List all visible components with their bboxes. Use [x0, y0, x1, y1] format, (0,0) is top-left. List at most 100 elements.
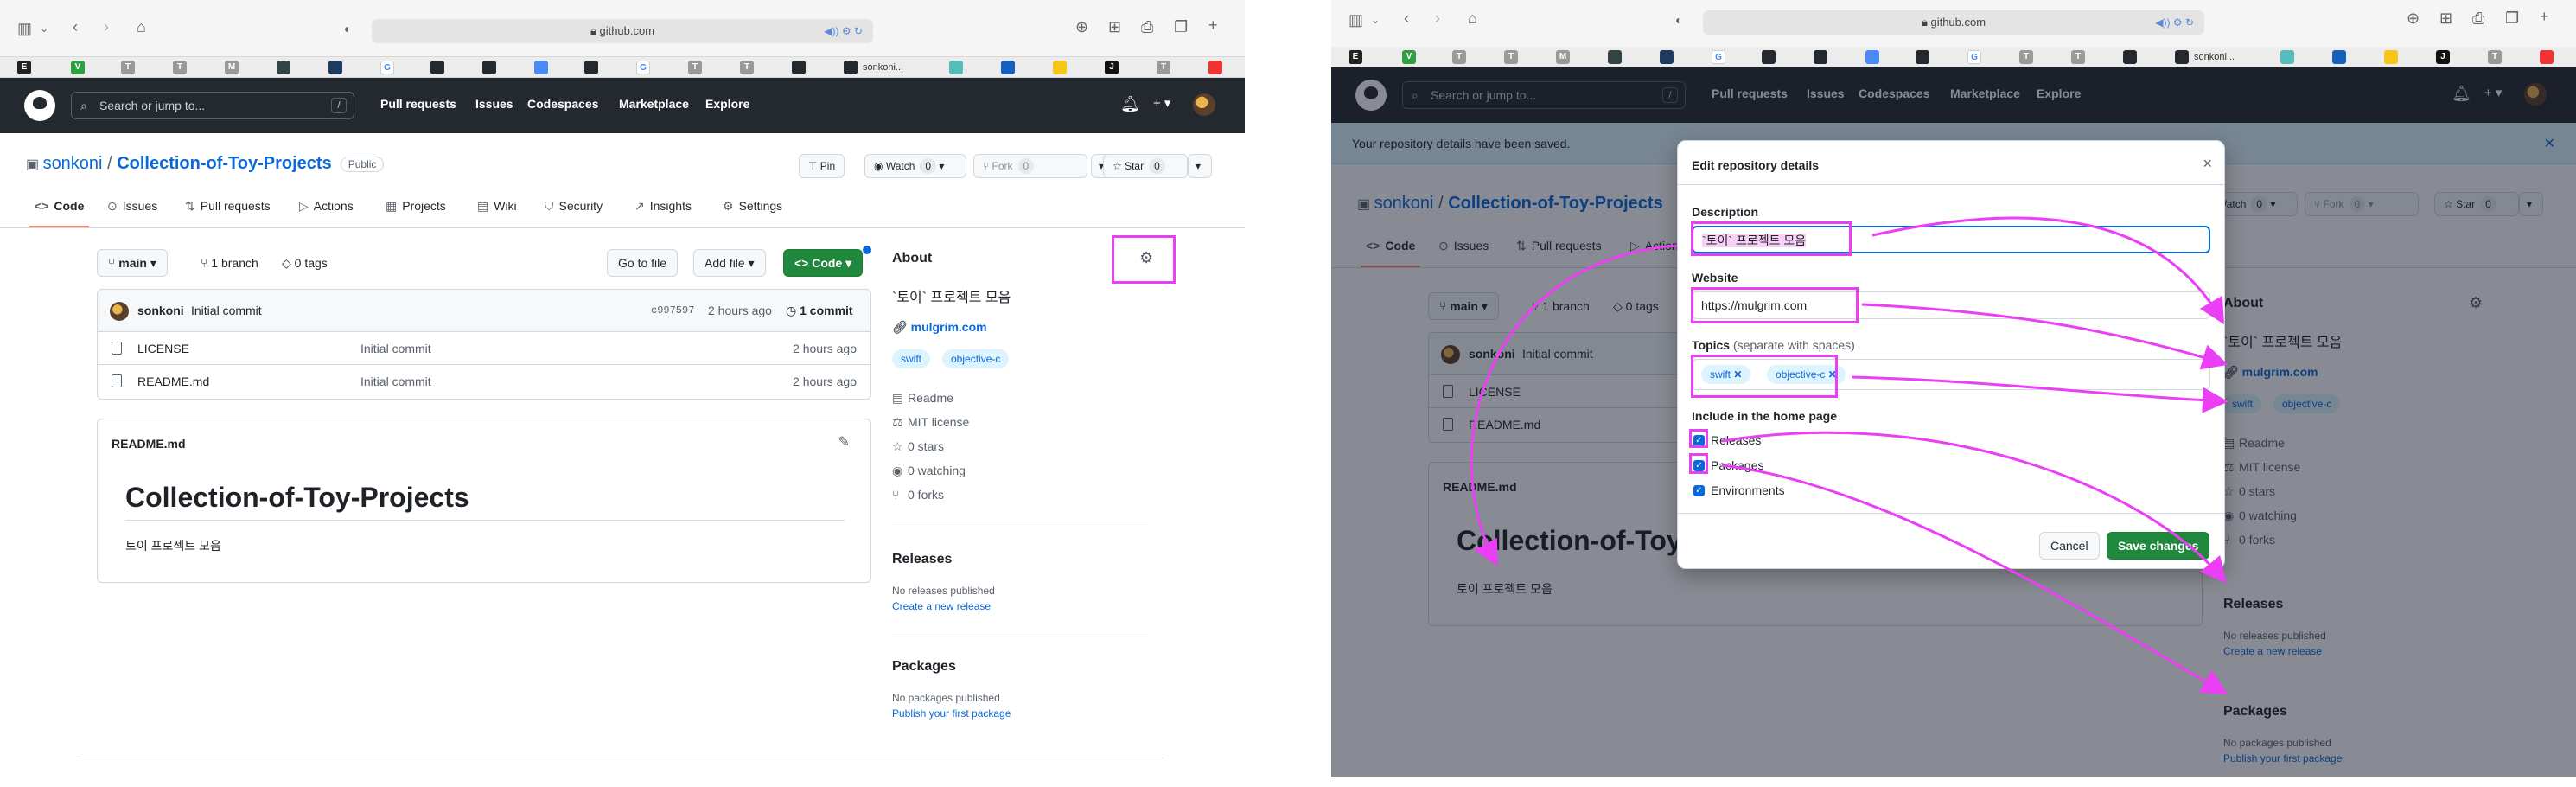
- github-icon[interactable]: [2175, 50, 2189, 64]
- file-name-link[interactable]: LICENSE: [137, 342, 189, 355]
- file-commit-message[interactable]: Initial commit: [360, 342, 431, 355]
- github-icon[interactable]: [1814, 50, 1827, 64]
- download-icon[interactable]: ⊕: [1075, 19, 1088, 35]
- repo-owner-link[interactable]: sonkoni: [43, 154, 103, 173]
- favorite-icon[interactable]: V: [1402, 50, 1416, 64]
- tab-actions[interactable]: ▷ Actions: [299, 199, 354, 214]
- go-to-file-button[interactable]: Go to file: [607, 249, 679, 277]
- environments-checkbox-label[interactable]: Environments: [1711, 483, 1785, 497]
- favorite-icon[interactable]: [277, 61, 290, 74]
- url-bar[interactable]: 🔒︎ github.com ◀)) ⚙ ↻: [1703, 10, 2204, 35]
- cancel-button[interactable]: Cancel: [2039, 532, 2100, 560]
- back-icon[interactable]: ‹: [73, 19, 78, 35]
- chevron-down-icon[interactable]: ⌄: [40, 21, 48, 36]
- favorite-icon[interactable]: T: [121, 61, 135, 74]
- packages-checkbox-label[interactable]: Packages: [1711, 458, 1763, 472]
- star-dropdown-button[interactable]: ▾: [1188, 154, 1212, 178]
- pin-button[interactable]: ⊤ Pin: [799, 154, 845, 178]
- chevron-down-icon[interactable]: ⌄: [1371, 12, 1380, 28]
- print-icon[interactable]: ⎙: [1141, 19, 1153, 35]
- nav-codespaces[interactable]: Codespaces: [527, 97, 598, 111]
- new-tab-icon[interactable]: +: [2540, 9, 2549, 24]
- repo-name-link[interactable]: Collection-of-Toy-Projects: [117, 154, 332, 173]
- tab-wiki[interactable]: ▤ Wiki: [477, 199, 517, 214]
- forward-icon[interactable]: ›: [104, 19, 109, 35]
- sidebar-icon[interactable]: ▥: [17, 21, 32, 36]
- favorite-icon[interactable]: [1053, 61, 1067, 74]
- close-icon[interactable]: ×: [2203, 155, 2212, 173]
- favorite-icon[interactable]: M: [1556, 50, 1570, 64]
- github-icon[interactable]: [1762, 50, 1776, 64]
- home-icon[interactable]: ⌂: [137, 19, 146, 35]
- nav-explore[interactable]: Explore: [705, 97, 749, 111]
- favorite-icon[interactable]: T: [2488, 50, 2502, 64]
- file-name-link[interactable]: README.md: [137, 374, 209, 388]
- favorite-icon[interactable]: T: [2019, 50, 2033, 64]
- active-tab-label[interactable]: sonkoni...: [2194, 50, 2235, 64]
- favorite-icon[interactable]: T: [2071, 50, 2085, 64]
- favorite-icon[interactable]: T: [1157, 61, 1170, 74]
- tags-link[interactable]: ◇ 0 tags: [282, 256, 328, 271]
- url-bar[interactable]: 🔒︎ github.com ◀)) ⚙ ↻: [372, 19, 873, 43]
- youtube-icon[interactable]: [1208, 61, 1222, 74]
- youtube-icon[interactable]: [2540, 50, 2554, 64]
- watch-button[interactable]: ◉ Watch0 ▾: [864, 154, 966, 178]
- watching-link[interactable]: ◉ 0 watching: [892, 464, 966, 478]
- website-link[interactable]: 🔗︎ mulgrim.com: [892, 320, 987, 335]
- edit-icon[interactable]: ✎: [838, 433, 850, 451]
- code-button[interactable]: <> Code ▾: [783, 249, 864, 277]
- tab-insights[interactable]: ↗ Insights: [634, 199, 692, 214]
- url-actions-icon[interactable]: ◀)) ⚙ ↻: [2155, 10, 2194, 35]
- print-icon[interactable]: ⎙: [2472, 10, 2484, 26]
- tab-settings[interactable]: ⚙ Settings: [723, 199, 782, 214]
- download-icon[interactable]: ⊕: [2407, 10, 2420, 26]
- branches-link[interactable]: ⑂ 1 branch: [201, 256, 258, 270]
- favorite-icon[interactable]: T: [1504, 50, 1518, 64]
- tab-projects[interactable]: ▦ Projects: [386, 199, 446, 214]
- favorite-icon[interactable]: [584, 61, 598, 74]
- favorite-icon[interactable]: T: [1452, 50, 1466, 64]
- tabs-icon[interactable]: ❐: [1174, 19, 1188, 35]
- favorite-icon[interactable]: [2332, 50, 2346, 64]
- shield-icon[interactable]: ◐: [1675, 12, 1682, 28]
- tab-security[interactable]: ⛉ Security: [545, 199, 603, 214]
- github-icon[interactable]: [792, 61, 806, 74]
- github-icon[interactable]: [844, 61, 858, 74]
- forks-link[interactable]: ⑂ 0 forks: [892, 488, 944, 502]
- commit-hash[interactable]: c997597: [651, 304, 694, 317]
- create-new-button[interactable]: + ▾: [1153, 95, 1170, 111]
- back-icon[interactable]: ‹: [1404, 10, 1409, 26]
- tabs-icon[interactable]: ❐: [2505, 10, 2519, 26]
- readme-link[interactable]: ▤ Readme: [892, 391, 953, 406]
- topic-tag[interactable]: swift: [892, 349, 930, 368]
- favorite-icon[interactable]: T: [173, 61, 187, 74]
- sidebar-icon[interactable]: ▥: [1349, 12, 1363, 28]
- favorite-icon[interactable]: J: [1105, 61, 1119, 74]
- environments-checkbox[interactable]: ✓: [1693, 485, 1705, 496]
- favorite-icon[interactable]: G: [380, 61, 394, 74]
- avatar[interactable]: [1193, 93, 1215, 116]
- github-icon[interactable]: [2123, 50, 2137, 64]
- favorite-icon[interactable]: [1660, 50, 1674, 64]
- favorite-icon[interactable]: [534, 61, 548, 74]
- search-input[interactable]: ⌕ Search or jump to... /: [71, 92, 354, 119]
- favorite-icon[interactable]: G: [1712, 50, 1725, 64]
- home-icon[interactable]: ⌂: [1468, 10, 1477, 26]
- file-commit-message[interactable]: Initial commit: [360, 374, 431, 388]
- favorite-icon[interactable]: [1865, 50, 1879, 64]
- packages-heading[interactable]: Packages: [892, 659, 956, 675]
- shield-icon[interactable]: ◐: [344, 21, 351, 36]
- nav-pull-requests[interactable]: Pull requests: [380, 97, 456, 111]
- favorite-icon[interactable]: G: [1967, 50, 1981, 64]
- license-link[interactable]: ⚖ MIT license: [892, 415, 969, 430]
- save-changes-button[interactable]: Save changes: [2107, 532, 2210, 560]
- favorite-icon[interactable]: G: [636, 61, 650, 74]
- grid-icon[interactable]: ⊞: [1108, 19, 1121, 35]
- favorite-icon[interactable]: [328, 61, 342, 74]
- nav-marketplace[interactable]: Marketplace: [619, 97, 689, 111]
- tab-code[interactable]: <> Code: [29, 199, 90, 227]
- favorite-icon[interactable]: J: [2436, 50, 2450, 64]
- commit-count-link[interactable]: ◷ 1 commit: [786, 304, 853, 318]
- active-tab-label[interactable]: sonkoni...: [863, 61, 903, 74]
- favorite-icon[interactable]: [2280, 50, 2294, 64]
